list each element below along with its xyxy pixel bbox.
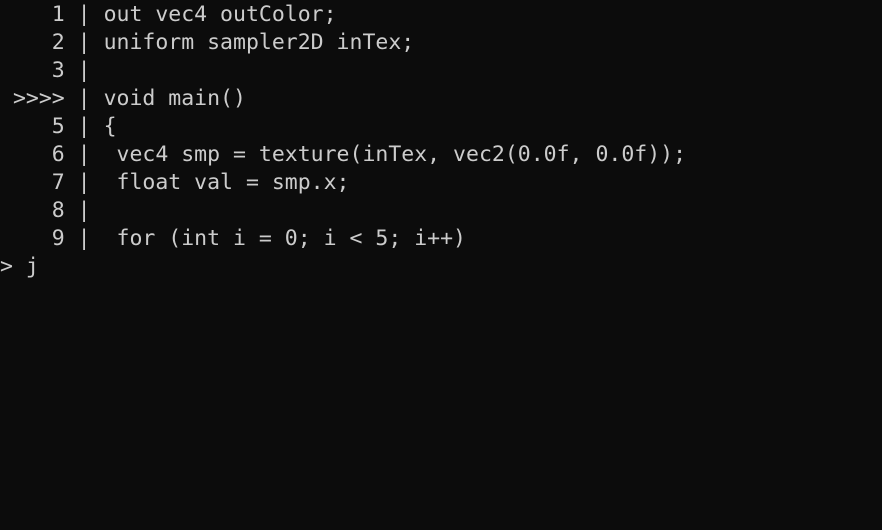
terminal-window[interactable]: 1 | out vec4 outColor; 2 | uniform sampl… xyxy=(0,0,882,530)
line-number: 3 xyxy=(51,58,65,83)
code-line: 8 | xyxy=(0,197,882,225)
code-text: out vec4 outColor; xyxy=(103,2,337,27)
line-number: 5 xyxy=(51,114,65,139)
gutter-separator: | xyxy=(64,226,104,251)
code-line: 2 | uniform sampler2D inTex; xyxy=(0,29,882,57)
gutter-separator: | xyxy=(64,198,104,223)
line-number: 8 xyxy=(51,198,65,223)
code-text: float val = smp.x; xyxy=(103,170,350,195)
code-line: 7 | float val = smp.x; xyxy=(0,169,882,197)
code-line-current: >>>> | void main() xyxy=(0,85,882,113)
command-input[interactable]: j xyxy=(26,253,39,281)
code-text: vec4 smp = texture(inTex, vec2(0.0f, 0.0… xyxy=(103,142,687,167)
gutter-separator: | xyxy=(64,170,104,195)
code-text: for (int i = 0; i < 5; i++) xyxy=(103,226,467,251)
code-text: uniform sampler2D inTex; xyxy=(103,30,415,55)
gutter-separator: | xyxy=(64,86,104,111)
code-text: { xyxy=(103,114,117,139)
gutter-separator: | xyxy=(64,114,104,139)
line-number: 7 xyxy=(51,170,65,195)
code-line: 3 | xyxy=(0,57,882,85)
prompt-marker: > xyxy=(0,254,26,279)
command-prompt[interactable]: > j xyxy=(0,253,882,281)
gutter-separator: | xyxy=(64,30,104,55)
code-listing: 1 | out vec4 outColor; 2 | uniform sampl… xyxy=(0,1,882,253)
gutter-separator: | xyxy=(64,2,104,27)
line-number: 2 xyxy=(51,30,65,55)
current-line-marker: >>>> xyxy=(12,86,65,111)
code-line: 6 | vec4 smp = texture(inTex, vec2(0.0f,… xyxy=(0,141,882,169)
code-line: 9 | for (int i = 0; i < 5; i++) xyxy=(0,225,882,253)
gutter-separator: | xyxy=(64,142,104,167)
code-line: 5 | { xyxy=(0,113,882,141)
gutter-separator: | xyxy=(64,58,104,83)
line-number: 9 xyxy=(51,226,65,251)
line-number: 6 xyxy=(51,142,65,167)
line-number: 1 xyxy=(51,2,65,27)
code-line: 1 | out vec4 outColor; xyxy=(0,1,882,29)
code-text: void main() xyxy=(103,86,246,111)
